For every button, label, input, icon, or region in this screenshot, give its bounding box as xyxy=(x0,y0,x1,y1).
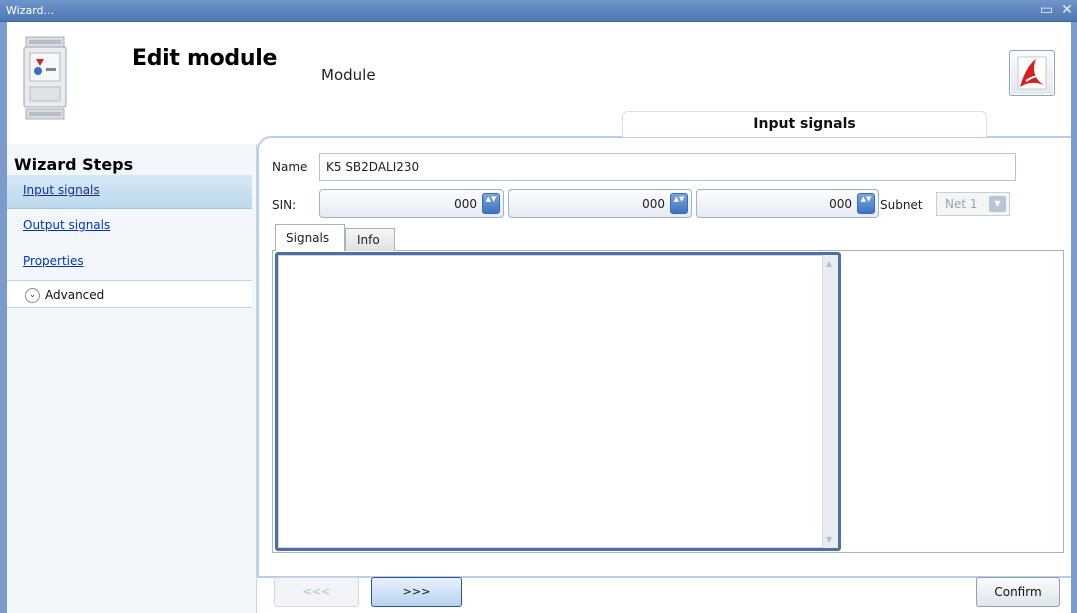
sin-stepper-1[interactable]: 000 ▲▼ xyxy=(319,189,504,218)
pdf-icon xyxy=(1017,56,1047,90)
name-label: Name xyxy=(272,160,308,174)
subnet-label: Subnet xyxy=(880,198,923,212)
spin-arrows-icon[interactable]: ▲▼ xyxy=(857,193,875,214)
dropdown-arrow-icon: ▼ xyxy=(989,196,1006,212)
tab-info[interactable]: Info xyxy=(345,228,395,251)
window-frame-right xyxy=(1071,22,1077,613)
advanced-expander[interactable]: ⌄ Advanced xyxy=(7,280,252,308)
window-title: Wizard... xyxy=(6,4,55,17)
page-title: Edit module xyxy=(132,46,278,71)
pdf-export-button[interactable] xyxy=(1009,50,1055,96)
spin-arrows-icon[interactable]: ▲▼ xyxy=(482,193,500,214)
confirm-button[interactable]: Confirm xyxy=(976,577,1060,607)
sin-value-3: 000 xyxy=(829,197,852,211)
vertical-scrollbar[interactable]: ▲ ▼ xyxy=(822,255,838,548)
sin-value-2: 000 xyxy=(642,197,665,211)
page-subtitle: Module xyxy=(321,66,376,84)
section-tab: Input signals xyxy=(622,111,987,137)
module-device-icon xyxy=(23,36,67,120)
window-titlebar: Wizard... ▭ ✕ xyxy=(0,0,1077,22)
section-tab-label: Input signals xyxy=(753,116,856,132)
subnet-select: Net 1 ▼ xyxy=(936,192,1010,216)
sidebar-item-input-signals[interactable]: Input signals xyxy=(7,175,252,209)
spin-arrows-icon[interactable]: ▲▼ xyxy=(670,193,688,214)
sidebar-item-properties[interactable]: Properties xyxy=(7,246,252,280)
name-field[interactable]: K5 SB2DALI230 xyxy=(319,153,1016,181)
signals-list[interactable]: ▲ ▼ xyxy=(275,252,841,551)
sidebar-item-label[interactable]: Properties xyxy=(23,254,84,268)
sin-value-1: 000 xyxy=(454,197,477,211)
sidebar-item-output-signals[interactable]: Output signals xyxy=(7,210,252,244)
back-button[interactable]: <<< xyxy=(274,577,359,607)
window-controls: ▭ ✕ xyxy=(1039,2,1075,18)
sin-stepper-2[interactable]: 000 ▲▼ xyxy=(508,189,692,218)
tab-signals-label: Signals xyxy=(286,231,330,245)
next-button[interactable]: >>> xyxy=(371,577,462,607)
window-frame-left xyxy=(0,22,7,613)
scroll-down-icon[interactable]: ▼ xyxy=(826,535,832,544)
subnet-value: Net 1 xyxy=(945,197,978,211)
tab-signals[interactable]: Signals xyxy=(275,224,345,251)
chevron-down-icon[interactable]: ⌄ xyxy=(25,288,40,303)
tab-info-label: Info xyxy=(357,233,380,247)
sidebar-item-label[interactable]: Output signals xyxy=(23,218,110,232)
maximize-icon[interactable]: ▭ xyxy=(1039,2,1055,18)
sin-stepper-3[interactable]: 000 ▲▼ xyxy=(696,189,879,218)
sidebar-item-label[interactable]: Input signals xyxy=(23,183,100,197)
scroll-up-icon[interactable]: ▲ xyxy=(826,259,832,268)
sin-label: SIN: xyxy=(272,198,297,212)
sidebar-title: Wizard Steps xyxy=(14,155,134,174)
advanced-label: Advanced xyxy=(45,288,105,302)
close-icon[interactable]: ✕ xyxy=(1059,2,1075,18)
